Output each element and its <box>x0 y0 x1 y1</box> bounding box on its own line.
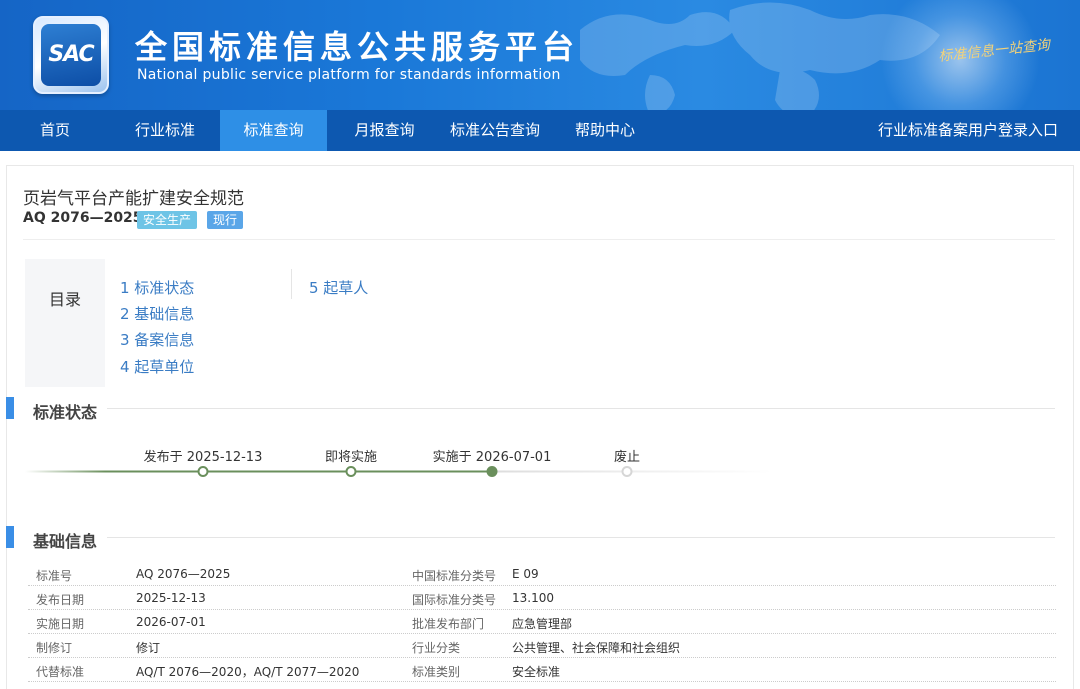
toc-item-drafters[interactable]: 5 起草人 <box>309 277 368 298</box>
category-badge: 安全生产 <box>137 211 198 229</box>
field-label: 标准类别 <box>412 665 461 679</box>
field-label: 国际标准分类号 <box>412 593 497 607</box>
timeline-label-upcoming: 即将实施 <box>324 450 378 465</box>
field-label: 标准号 <box>36 569 73 583</box>
toc-item-filing-info[interactable]: 3 备案信息 <box>120 329 194 350</box>
toc-item-drafting-unit[interactable]: 4 起草单位 <box>120 356 194 377</box>
field-value: AQ/T 2076—2020，AQ/T 2077—2020 <box>136 665 360 679</box>
field-value: AQ 2076—2025 <box>136 567 231 581</box>
section-title-status: 标准状态 <box>33 403 98 422</box>
header-banner: SAC 全国标准信息公共服务平台 National public service… <box>0 0 1080 110</box>
field-label: 代替标准 <box>36 665 85 679</box>
field-label: 发布日期 <box>36 593 85 607</box>
field-value: 2026-07-01 <box>136 615 206 629</box>
section-divider <box>107 408 1055 409</box>
section-divider <box>107 537 1055 538</box>
timeline-dot-published <box>197 466 209 477</box>
nav-item-help-center[interactable]: 帮助中心 <box>558 110 652 151</box>
standard-title: 页岩气平台产能扩建安全规范 <box>23 189 244 209</box>
standard-code: AQ 2076—2025 <box>23 210 143 226</box>
toc-item-status[interactable]: 1 标准状态 <box>120 277 194 298</box>
nav-item-monthly-report[interactable]: 月报查询 <box>327 110 442 151</box>
field-value: 安全标准 <box>512 665 561 679</box>
site-title: 全国标准信息公共服务平台 <box>135 28 580 66</box>
field-value: 修订 <box>136 641 161 655</box>
main-nav: 首页 行业标准 标准查询 月报查询 标准公告查询 帮助中心 行业标准备案用户登录… <box>0 110 1080 151</box>
header-divider <box>23 239 1055 240</box>
field-label: 行业分类 <box>412 641 461 655</box>
toc-item-basic-info[interactable]: 2 基础信息 <box>120 303 194 324</box>
timeline-label-abolished: 废止 <box>613 450 641 465</box>
section-marker <box>6 397 14 419</box>
status-timeline-track <box>25 470 773 473</box>
timeline-dot-abolished <box>621 466 633 477</box>
info-row: 代替标准 AQ/T 2076—2020，AQ/T 2077—2020 标准类别 … <box>28 658 1056 682</box>
field-value: 应急管理部 <box>512 617 573 631</box>
field-value: 2025-12-13 <box>136 591 206 605</box>
toc-label: 目录 <box>48 290 81 309</box>
field-value: 公共管理、社会保障和社会组织 <box>512 641 681 655</box>
field-label: 中国标准分类号 <box>412 569 497 583</box>
info-row: 发布日期 2025-12-13 国际标准分类号 13.100 <box>28 586 1056 610</box>
status-badge: 现行 <box>207 211 244 229</box>
field-label: 批准发布部门 <box>412 617 485 631</box>
section-title-basic-info: 基础信息 <box>33 532 98 551</box>
nav-item-home[interactable]: 首页 <box>0 110 110 151</box>
timeline-label-effective: 实施于 2026-07-01 <box>432 450 552 465</box>
sac-logo[interactable]: SAC <box>33 16 109 94</box>
nav-item-industry-standards[interactable]: 行业标准 <box>110 110 220 151</box>
nav-item-standard-search[interactable]: 标准查询 <box>220 110 327 151</box>
section-marker <box>6 526 14 548</box>
logo-text: SAC <box>48 42 94 67</box>
info-row: 实施日期 2026-07-01 批准发布部门 应急管理部 <box>28 610 1056 634</box>
timeline-dot-upcoming <box>345 466 357 477</box>
toc-divider <box>291 269 292 299</box>
field-label: 实施日期 <box>36 617 85 631</box>
nav-item-announcements[interactable]: 标准公告查询 <box>442 110 548 151</box>
field-value: E 09 <box>512 567 539 581</box>
field-value: 13.100 <box>512 591 554 605</box>
filing-user-login-link[interactable]: 行业标准备案用户登录入口 <box>878 110 1058 151</box>
info-row: 制修订 修订 行业分类 公共管理、社会保障和社会组织 <box>28 634 1056 658</box>
info-row: 标准号 AQ 2076—2025 中国标准分类号 E 09 <box>28 562 1056 586</box>
field-label: 制修订 <box>36 641 73 655</box>
site-subtitle: National public service platform for sta… <box>137 67 561 83</box>
timeline-dot-effective <box>486 466 498 477</box>
timeline-label-published: 发布于 2025-12-13 <box>143 450 263 465</box>
standard-detail-panel: 页岩气平台产能扩建安全规范 AQ 2076—2025 安全生产 现行 目录 1 … <box>6 165 1074 689</box>
toc-box: 目录 <box>25 259 105 387</box>
